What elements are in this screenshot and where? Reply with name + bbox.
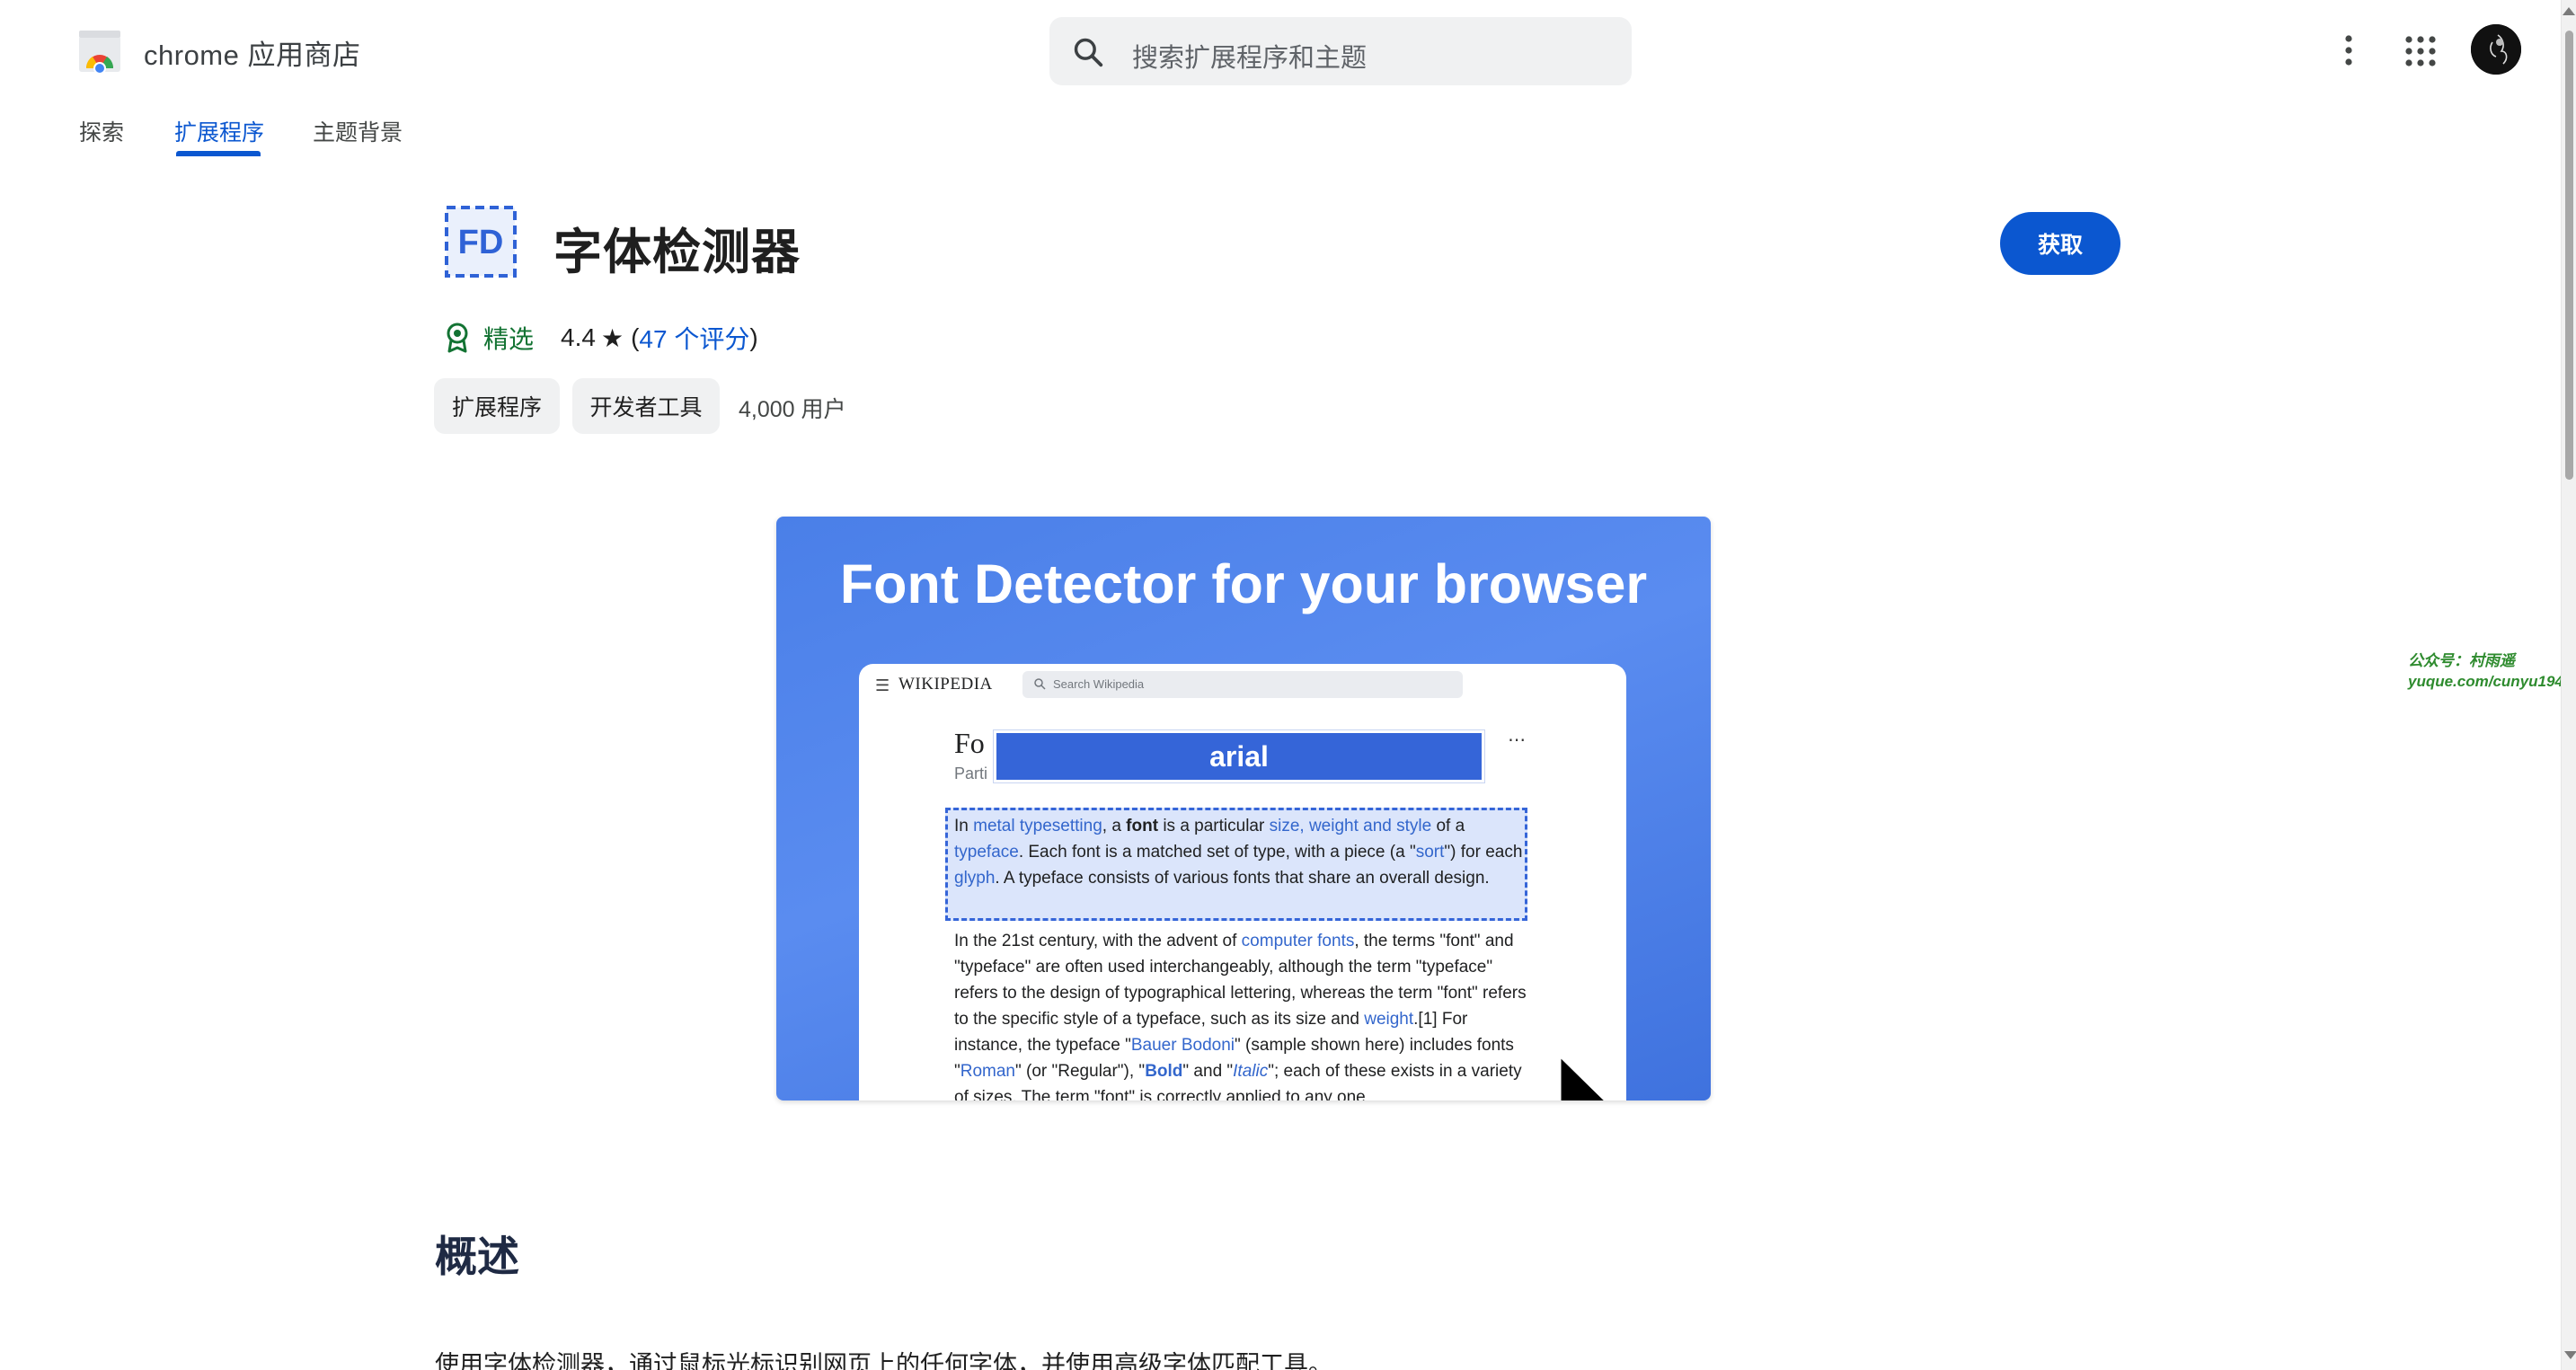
extension-logo-text: FD: [458, 224, 504, 261]
tab-extensions[interactable]: 扩展程序: [174, 115, 264, 147]
wikipedia-logo: WIKIPEDIA: [899, 675, 993, 694]
article-text: of a: [1431, 817, 1465, 835]
overview-text: 使用字体检测器，通过鼠标光标识别网页上的任何字体，并使用高级字体匹配工具。: [435, 1351, 1332, 1370]
tab-explore[interactable]: 探索: [79, 115, 124, 147]
top-bar: chrome 应用商店 搜索扩展程序和主题: [0, 0, 2561, 101]
article-text: In the 21st century, with the advent of: [954, 932, 1242, 950]
article-heading: Fo: [954, 727, 985, 759]
promo-screenshot[interactable]: Font Detector for your browser ☰ WIKIPED…: [776, 517, 1711, 1100]
more-options-icon[interactable]: [2331, 31, 2367, 70]
article-link[interactable]: Bauer Bodoni: [1131, 1036, 1235, 1055]
article-text: " and ": [1182, 1062, 1234, 1081]
watermark-line-2: yuque.com/cunyu1943: [2408, 673, 2572, 690]
watermark: 公众号：村雨遥 yuque.com/cunyu1943: [2408, 650, 2572, 692]
mouse-cursor-icon: [1558, 1054, 1608, 1100]
extension-logo-icon: FD: [445, 206, 517, 278]
search-icon: [1034, 678, 1046, 690]
article-text: is a particular: [1158, 817, 1270, 835]
search-input[interactable]: 搜索扩展程序和主题: [1132, 37, 1367, 75]
star-icon: ★: [600, 323, 624, 352]
scroll-up-arrow-icon[interactable]: [2563, 7, 2575, 15]
chip-developer-tools[interactable]: 开发者工具: [572, 378, 720, 434]
article-link[interactable]: Roman: [960, 1062, 1015, 1081]
article-link[interactable]: sort: [1416, 843, 1445, 862]
article-paragraph-2: In the 21st century, with the advent of …: [954, 928, 1529, 1100]
paren-close: ): [749, 323, 758, 351]
article-link[interactable]: size, weight and style: [1270, 817, 1432, 835]
search-icon: [1074, 38, 1103, 67]
article-text: . Each font is a matched set of type, wi…: [1018, 843, 1416, 862]
extension-title: 字体检测器: [553, 225, 801, 279]
detected-font-badge: arial: [994, 730, 1484, 782]
wikipedia-search-placeholder: Search Wikipedia: [1053, 677, 1145, 691]
article-link[interactable]: glyph: [954, 869, 995, 888]
store-title[interactable]: chrome 应用商店: [144, 32, 360, 73]
chip-extensions[interactable]: 扩展程序: [434, 378, 560, 434]
article-link[interactable]: typeface: [954, 843, 1019, 862]
featured-label[interactable]: 精选: [483, 320, 534, 356]
chrome-web-store-logo-icon[interactable]: [77, 29, 122, 74]
article-paragraph-1: In metal typesetting, a font is a partic…: [954, 813, 1529, 891]
article-link[interactable]: Italic: [1233, 1062, 1268, 1081]
scroll-down-arrow-icon[interactable]: [2564, 1351, 2576, 1359]
article-link[interactable]: metal typesetting: [973, 817, 1102, 835]
account-avatar[interactable]: [2471, 24, 2521, 75]
article-text: , a: [1102, 817, 1127, 835]
article-link[interactable]: computer fonts: [1242, 932, 1355, 950]
active-tab-indicator: [176, 151, 261, 156]
page-scrollbar[interactable]: [2561, 0, 2576, 1370]
article-text: " (or "Regular"), ": [1015, 1062, 1146, 1081]
watermark-line-1: 公众号：村雨遥: [2408, 652, 2515, 669]
article-link[interactable]: Bold: [1145, 1062, 1182, 1081]
article-subheading: Parti: [954, 765, 988, 782]
article-text: ") for each: [1444, 843, 1523, 862]
scrollbar-thumb[interactable]: [2565, 31, 2573, 480]
rating-value: 4.4: [561, 323, 596, 351]
article-text: In: [954, 817, 974, 835]
search-box[interactable]: 搜索扩展程序和主题: [1049, 17, 1632, 85]
featured-badge-icon: [447, 323, 468, 353]
overview-heading: 概述: [435, 1233, 519, 1280]
wikipedia-mockup: ☰ WIKIPEDIA Search Wikipedia Fo Parti ⋯ …: [859, 664, 1626, 1100]
user-count: 4,000 用户: [739, 397, 846, 422]
menu-icon: ☰: [875, 676, 890, 694]
apps-grid-icon[interactable]: [2403, 33, 2439, 69]
promo-headline: Font Detector for your browser: [839, 553, 1648, 614]
avatar-image-icon: [2471, 24, 2521, 75]
article-text: . A typeface consists of various fonts t…: [995, 869, 1490, 888]
wikipedia-search: Search Wikipedia: [1022, 671, 1463, 698]
reviews-link[interactable]: 47 个评分: [639, 320, 749, 356]
get-button[interactable]: 获取: [2000, 212, 2120, 275]
article-link[interactable]: weight: [1364, 1010, 1413, 1029]
tab-themes[interactable]: 主题背景: [313, 115, 403, 147]
rating-row: 精选 4.4 ★ ( 47 个评分 ): [444, 320, 758, 356]
article-text: font: [1126, 817, 1159, 835]
paren-open: (: [631, 323, 640, 351]
more-icon: ⋯: [1508, 730, 1526, 750]
